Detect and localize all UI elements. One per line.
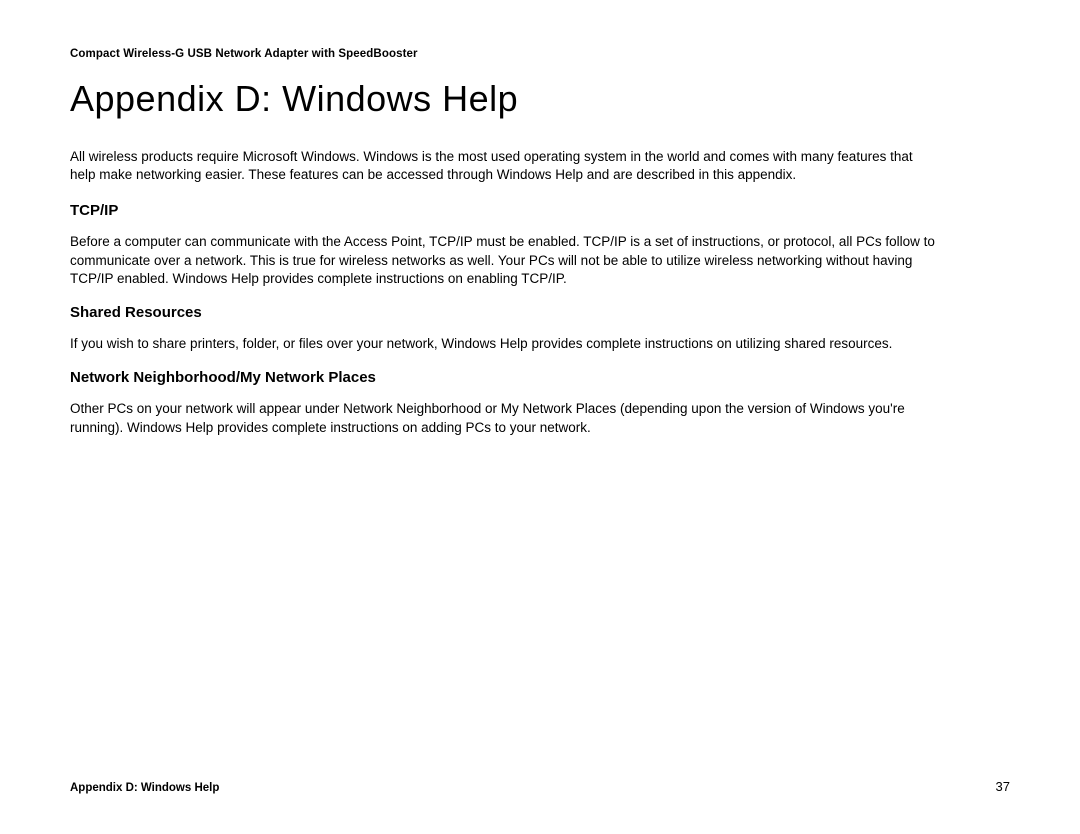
footer-page-number: 37 — [996, 779, 1010, 794]
section-body-tcpip: Before a computer can communicate with t… — [70, 233, 940, 288]
section-heading-tcpip: TCP/IP — [70, 202, 1010, 219]
footer-section-name: Appendix D: Windows Help — [70, 782, 219, 794]
section-heading-shared-resources: Shared Resources — [70, 304, 1010, 321]
section-heading-network-neighborhood: Network Neighborhood/My Network Places — [70, 369, 1010, 386]
intro-paragraph: All wireless products require Microsoft … — [70, 148, 940, 184]
page-title: Appendix D: Windows Help — [70, 78, 1010, 120]
section-body-network-neighborhood: Other PCs on your network will appear un… — [70, 400, 940, 436]
section-body-shared-resources: If you wish to share printers, folder, o… — [70, 335, 940, 353]
header-product-name: Compact Wireless-G USB Network Adapter w… — [70, 48, 1010, 60]
page-footer: Appendix D: Windows Help 37 — [70, 779, 1010, 794]
